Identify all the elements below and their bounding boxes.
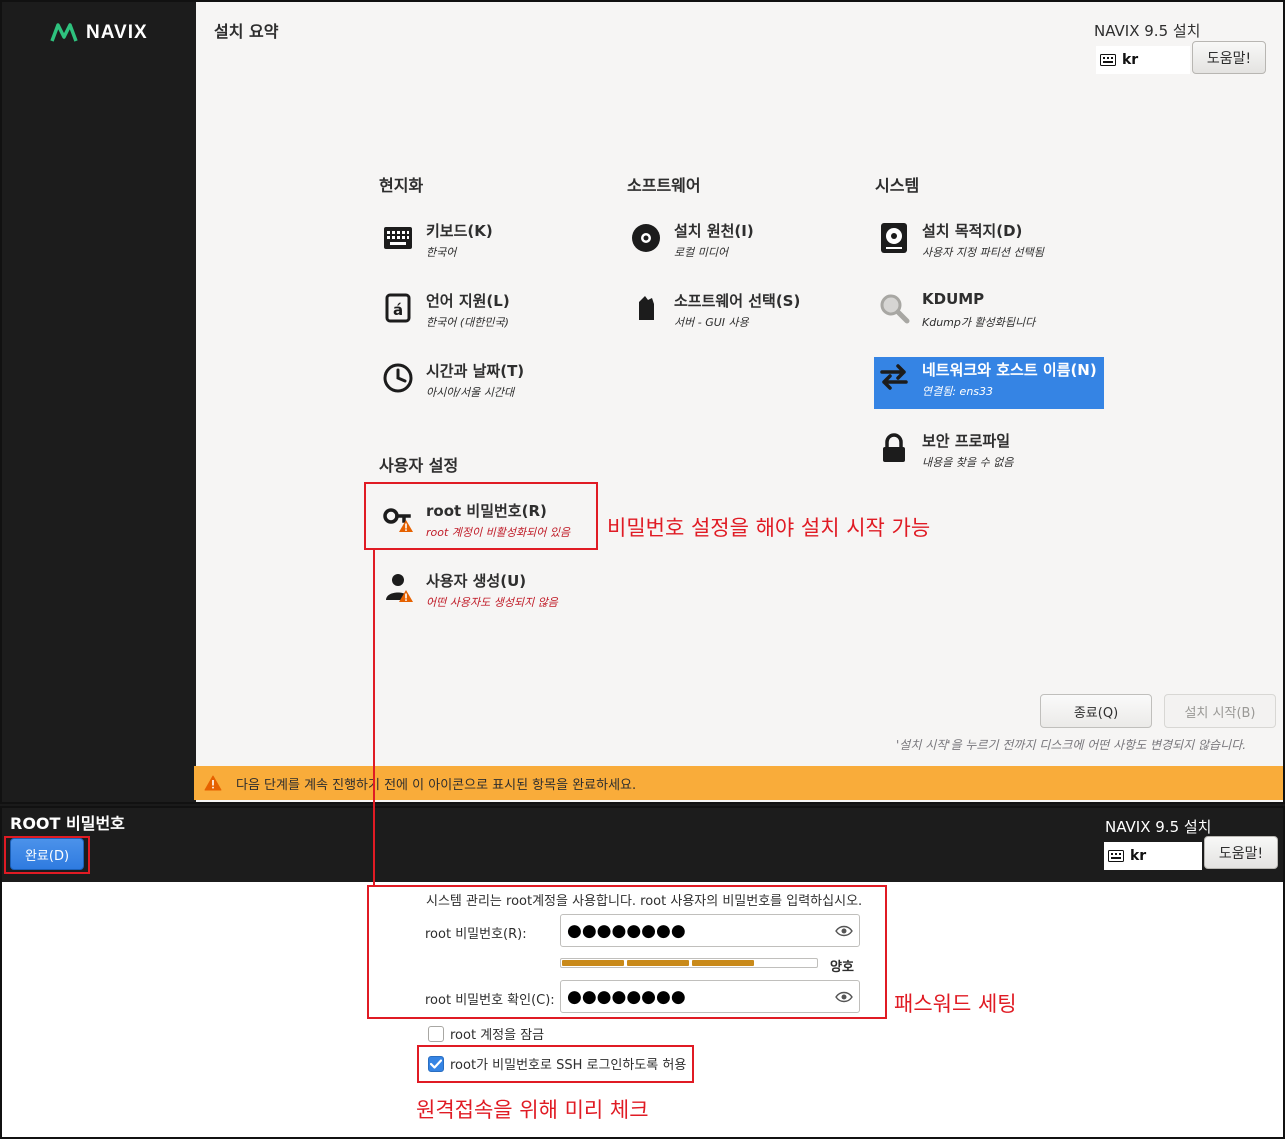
lock-icon (883, 433, 905, 462)
annotation-connector-line (373, 550, 375, 886)
spoke-destination-name: 설치 목적지(D) (922, 222, 1023, 240)
section-system: 시스템 (875, 176, 920, 195)
annotation-password-note: 패스워드 세팅 (894, 992, 1017, 1016)
annotation-box-ssh-option (417, 1045, 694, 1083)
spoke-security-status: 내용을 찾을 수 없음 (922, 456, 1014, 469)
keyboard-small-icon (1108, 850, 1124, 862)
keyboard-small-icon (1100, 54, 1116, 66)
spoke-language-name: 언어 지원(L) (426, 292, 510, 310)
warning-icon (204, 775, 222, 791)
spoke-time-date[interactable]: 시간과 날짜(T) 아시아/서울 시간대 (378, 358, 608, 410)
spoke-time-name: 시간과 날짜(T) (426, 362, 525, 380)
warning-bar: 다음 단계를 계속 진행하기 전에 이 아이콘으로 표시된 항목을 완료하세요. (194, 766, 1283, 800)
product-title-bottom: NAVIX 9.5 설치 (1105, 818, 1212, 836)
search-icon (880, 294, 910, 324)
spoke-keyboard-name: 키보드(K) (426, 222, 493, 240)
spoke-kdump-status: Kdump가 활성화됩니다 (922, 316, 1036, 329)
section-user-settings: 사용자 설정 (379, 456, 459, 475)
annotation-box-root-spoke (364, 482, 598, 550)
logo-text: NAVIX (86, 22, 148, 43)
spoke-network-status: 연결됨: ens33 (922, 385, 994, 398)
navix-logo-icon (50, 23, 78, 42)
disc-icon (632, 224, 660, 252)
help-button-bottom[interactable]: 도움말! (1204, 836, 1278, 869)
lock-root-account-option[interactable]: root 계정을 잠금 (428, 1024, 544, 1043)
harddisk-icon (881, 223, 907, 253)
keyboard-layout-value-bottom: kr (1130, 848, 1147, 864)
lock-root-label: root 계정을 잠금 (450, 1028, 545, 1043)
spoke-kdump-name: KDUMP (922, 290, 985, 308)
spoke-time-status: 아시아/서울 시간대 (426, 386, 515, 399)
help-button[interactable]: 도움말! (1192, 41, 1266, 74)
spoke-language-status: 한국어 (대한민국) (426, 316, 509, 329)
spoke-software-status: 서버 - GUI 사용 (674, 316, 749, 329)
spoke-source-status: 로컬 미디어 (674, 246, 729, 259)
brand-logo: NAVIX (50, 22, 148, 44)
user-warning-icon (386, 574, 413, 602)
annotation-box-password-fields (367, 885, 887, 1019)
page-title: 설치 요약 (214, 22, 279, 41)
annotation-box-done-button (4, 836, 90, 874)
section-localization: 현지화 (379, 176, 424, 195)
root-password-header (2, 808, 1283, 882)
begin-installation-button[interactable]: 설치 시작(B) (1164, 694, 1276, 728)
keyboard-layout-indicator[interactable]: kr (1096, 46, 1190, 74)
spoke-installation-source[interactable]: 설치 원천(I) 로컬 미디어 (626, 218, 856, 270)
language-icon: á (385, 293, 411, 323)
spoke-security-profile[interactable]: 보안 프로파일 내용을 찾을 수 없음 (874, 428, 1104, 480)
keyboard-layout-indicator-bottom[interactable]: kr (1104, 842, 1202, 870)
keyboard-icon (384, 227, 412, 249)
package-icon (639, 296, 654, 320)
quit-button[interactable]: 종료(Q) (1040, 694, 1152, 728)
spoke-software-selection[interactable]: 소프트웨어 선택(S) 서버 - GUI 사용 (626, 288, 856, 340)
sidebar: NAVIX (2, 2, 196, 802)
spoke-user-status: 어떤 사용자도 생성되지 않음 (426, 596, 558, 609)
spoke-user-name: 사용자 생성(U) (426, 572, 527, 590)
annotation-ssh-note: 원격접속을 위해 미리 체크 (416, 1098, 649, 1122)
spoke-network-hostname[interactable]: 네트워크와 호스트 이름(N) 연결됨: ens33 (874, 357, 1104, 409)
spoke-software-name: 소프트웨어 선택(S) (674, 292, 801, 310)
begin-installation-note: '설치 시작'을 누르기 전까지 디스크에 어떤 사항도 변경되지 않습니다. (896, 738, 1247, 752)
spoke-kdump[interactable]: KDUMP Kdump가 활성화됩니다 (874, 288, 1104, 340)
section-software: 소프트웨어 (627, 176, 701, 195)
network-arrows-icon (880, 364, 908, 390)
product-title: NAVIX 9.5 설치 (1094, 22, 1201, 40)
spoke-source-name: 설치 원천(I) (674, 222, 754, 240)
annotation-root-note: 비밀번호 설정을 해야 설치 시작 가능 (607, 516, 931, 540)
lock-root-checkbox[interactable] (428, 1025, 444, 1042)
spoke-installation-destination[interactable]: 설치 목적지(D) 사용자 지정 파티션 선택됨 (874, 218, 1104, 270)
keyboard-layout-value: kr (1122, 52, 1139, 68)
spoke-language[interactable]: á 언어 지원(L) 한국어 (대한민국) (378, 288, 608, 340)
spoke-destination-status: 사용자 지정 파티션 선택됨 (922, 246, 1044, 259)
spoke-keyboard[interactable]: 키보드(K) 한국어 (378, 218, 608, 270)
warning-text: 다음 단계를 계속 진행하기 전에 이 아이콘으로 표시된 항목을 완료하세요. (236, 777, 637, 793)
svg-text:á: á (393, 301, 403, 319)
spoke-keyboard-status: 한국어 (426, 246, 457, 259)
spoke-network-name: 네트워크와 호스트 이름(N) (922, 361, 1097, 379)
spoke-security-name: 보안 프로파일 (922, 432, 1011, 450)
root-password-title: ROOT 비밀번호 (10, 814, 125, 833)
clock-icon (383, 363, 413, 393)
spoke-user-creation[interactable]: 사용자 생성(U) 어떤 사용자도 생성되지 않음 (378, 568, 608, 620)
